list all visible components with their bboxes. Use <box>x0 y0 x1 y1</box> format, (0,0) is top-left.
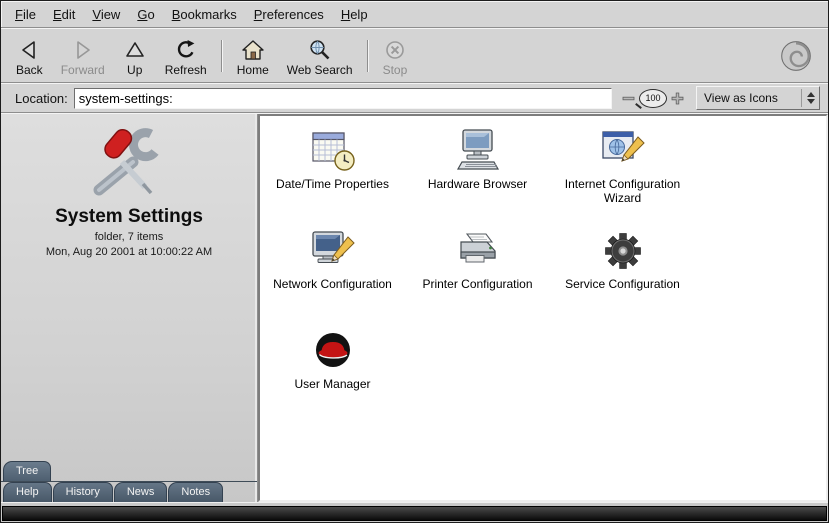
view-as-dropdown[interactable]: View as Icons <box>696 86 820 110</box>
network-config-icon <box>309 226 357 274</box>
status-bar <box>1 502 828 522</box>
sidebar-tab-row-2: HelpHistoryNewsNotes <box>1 482 257 502</box>
toolbar-button-label: Web Search <box>287 63 353 77</box>
sidebar-tab-row-1: Tree <box>1 461 257 482</box>
zoom-out-button[interactable] <box>622 92 635 105</box>
sidebar-tab-help[interactable]: Help <box>3 482 52 502</box>
home-icon <box>241 38 265 62</box>
dropdown-arrows-icon <box>801 89 816 107</box>
up-icon <box>123 38 147 62</box>
file-icon-label: User Manager <box>294 377 370 391</box>
toolbar-button-label: Up <box>127 63 142 77</box>
file-icon-user-manager[interactable]: User Manager <box>260 326 405 412</box>
toolbar-buttons: Back Forward Up Refresh Home Web Search Stop <box>7 31 416 80</box>
menu-help[interactable]: Help <box>341 7 368 22</box>
toolbar-button-label: Refresh <box>165 63 207 77</box>
toolbar: Back Forward Up Refresh Home Web Search Stop <box>1 28 828 83</box>
sidebar-tab-news[interactable]: News <box>114 482 168 502</box>
icon-grid: Date/Time Properties Hardware Browser Inte… <box>260 116 720 426</box>
zoom-controls: 100 <box>622 89 684 108</box>
menu-file[interactable]: File <box>15 7 36 22</box>
location-bar: Location: 100 View as Icons <box>1 83 828 113</box>
arrow-down-icon <box>807 99 815 104</box>
zoom-in-button[interactable] <box>671 92 684 105</box>
toolbar-button-label: Back <box>16 63 43 77</box>
sidebar-tab-notes[interactable]: Notes <box>168 482 223 502</box>
menu-bookmarks[interactable]: Bookmarks <box>172 7 237 22</box>
service-config-icon <box>599 226 647 274</box>
forward-icon <box>71 38 95 62</box>
zoom-level-value: 100 <box>645 93 660 103</box>
forward-button: Forward <box>52 35 114 80</box>
file-icon-service-configuration[interactable]: Service Configuration <box>550 226 695 312</box>
web-search-icon <box>307 38 333 62</box>
menu-view[interactable]: View <box>92 7 120 22</box>
file-icon-label: Date/Time Properties <box>276 177 389 191</box>
menubar: File Edit View Go Bookmarks Preferences Help <box>1 1 828 28</box>
arrow-up-icon <box>807 92 815 97</box>
sidebar-title: System Settings <box>55 206 203 228</box>
stop-icon <box>383 38 407 62</box>
location-label: Location: <box>15 91 68 106</box>
menu-edit[interactable]: Edit <box>53 7 75 22</box>
file-icon-network-configuration[interactable]: Network Configuration <box>260 226 405 312</box>
file-icon-internet-configuration-wizard[interactable]: Internet Configuration Wizard <box>550 126 695 212</box>
refresh-button[interactable]: Refresh <box>156 35 216 80</box>
toolbar-button-label: Stop <box>383 63 408 77</box>
status-field <box>2 506 827 521</box>
sidebar: System Settings folder, 7 items Mon, Aug… <box>1 114 258 502</box>
file-icon-label: Internet Configuration Wizard <box>554 177 692 206</box>
internet-config-icon <box>599 126 647 174</box>
nautilus-window: File Edit View Go Bookmarks Preferences Help B… <box>0 0 829 523</box>
hardware-icon <box>454 126 502 174</box>
printer-config-icon <box>454 226 502 274</box>
sidebar-tab-history[interactable]: History <box>53 482 113 502</box>
tools-icon <box>81 126 177 200</box>
location-input[interactable] <box>74 88 612 109</box>
menu-preferences[interactable]: Preferences <box>254 7 324 22</box>
throbber-icon <box>778 38 814 74</box>
file-icon-label: Hardware Browser <box>428 177 527 191</box>
menu-go[interactable]: Go <box>137 7 154 22</box>
up-button[interactable]: Up <box>114 35 156 80</box>
view-as-label: View as Icons <box>704 91 778 105</box>
toolbar-button-label: Forward <box>61 63 105 77</box>
file-icon-label: Network Configuration <box>273 277 392 291</box>
file-icon-label: Printer Configuration <box>422 277 532 291</box>
file-icon-date-time-properties[interactable]: Date/Time Properties <box>260 126 405 212</box>
sidebar-modified-date: Mon, Aug 20 2001 at 10:00:22 AM <box>46 246 212 258</box>
datetime-icon <box>309 126 357 174</box>
toolbar-separator <box>367 40 369 72</box>
sidebar-tab-tree[interactable]: Tree <box>3 461 51 481</box>
user-manager-icon <box>309 326 357 374</box>
back-button[interactable]: Back <box>7 35 52 80</box>
toolbar-button-label: Home <box>237 63 269 77</box>
sidebar-item-count: folder, 7 items <box>95 231 163 243</box>
toolbar-separator <box>221 40 223 72</box>
main-area: System Settings folder, 7 items Mon, Aug… <box>1 113 828 502</box>
file-icon-hardware-browser[interactable]: Hardware Browser <box>405 126 550 212</box>
back-icon <box>17 38 41 62</box>
home-button[interactable]: Home <box>228 35 278 80</box>
file-icon-label: Service Configuration <box>565 277 680 291</box>
file-icon-printer-configuration[interactable]: Printer Configuration <box>405 226 550 312</box>
stop-button: Stop <box>374 35 417 80</box>
content-pane: Date/Time Properties Hardware Browser Inte… <box>258 114 828 502</box>
refresh-icon <box>174 38 198 62</box>
sidebar-spacer <box>1 258 257 461</box>
zoom-level-indicator[interactable]: 100 <box>639 89 667 108</box>
web-search-button[interactable]: Web Search <box>278 35 362 80</box>
